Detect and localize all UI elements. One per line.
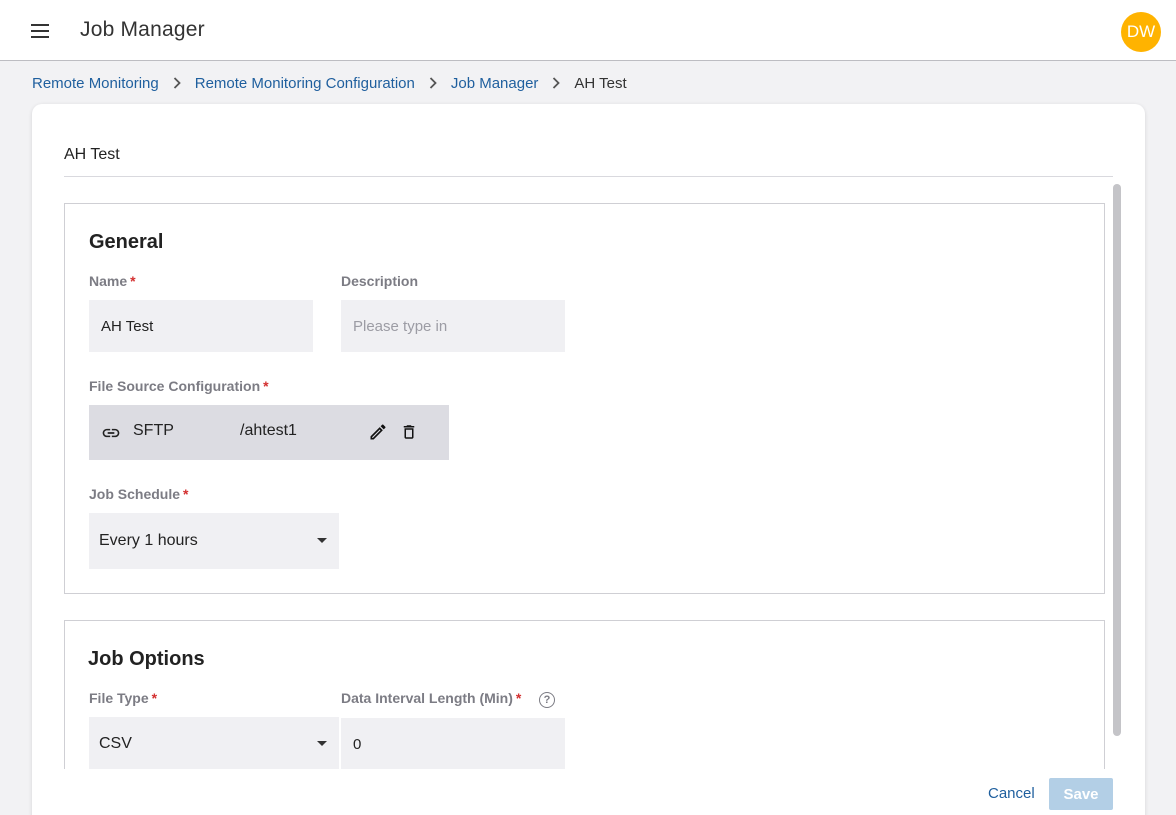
job-editor-card: AH Test General Name* Description File S…: [32, 104, 1145, 815]
question-circle-icon[interactable]: ?: [539, 692, 555, 708]
app-title: Job Manager: [80, 18, 205, 41]
save-button[interactable]: Save: [1049, 778, 1113, 810]
required-mark: *: [515, 690, 522, 706]
scrollbar[interactable]: [1113, 184, 1121, 736]
required-mark: *: [151, 690, 158, 706]
job-schedule-label: Job Schedule *: [89, 486, 189, 502]
data-interval-label: Data Interval Length (Min) *: [341, 690, 522, 706]
job-options-section-title: Job Options: [88, 648, 205, 670]
general-section-title: General: [89, 231, 164, 253]
trash-icon[interactable]: [398, 421, 420, 443]
divider: [64, 176, 1113, 177]
job-schedule-value: Every 1 hours: [99, 532, 198, 549]
hamburger-menu-icon[interactable]: [24, 18, 56, 44]
caret-down-icon: [317, 538, 327, 543]
breadcrumb-remote-monitoring[interactable]: Remote Monitoring: [32, 75, 159, 92]
file-source-label: File Source Configuration *: [89, 378, 269, 394]
chevron-right-icon: [159, 77, 195, 89]
job-options-section: Job Options File Type * CSV Data Interval…: [64, 620, 1105, 780]
footer-bar: [32, 769, 1145, 815]
file-type-value: CSV: [99, 735, 132, 752]
description-input[interactable]: [341, 300, 565, 352]
name-label: Name *: [89, 273, 136, 289]
card-title: AH Test: [64, 146, 120, 163]
name-input[interactable]: [89, 300, 313, 352]
breadcrumb: Remote Monitoring Remote Monitoring Conf…: [32, 73, 627, 93]
breadcrumb-current: AH Test: [574, 74, 627, 92]
description-label: Description: [341, 273, 419, 289]
required-mark: *: [183, 486, 189, 502]
file-type-select[interactable]: CSV: [89, 717, 339, 771]
file-source-item[interactable]: SFTP /ahtest1: [89, 405, 449, 460]
data-interval-input[interactable]: [341, 718, 565, 771]
chevron-right-icon: [538, 77, 574, 89]
required-mark: *: [263, 378, 269, 394]
file-type-label: File Type *: [89, 690, 158, 706]
caret-down-icon: [317, 741, 327, 746]
link-icon: [100, 423, 122, 448]
file-source-protocol: SFTP: [133, 422, 174, 439]
required-mark: *: [130, 273, 136, 289]
job-schedule-select[interactable]: Every 1 hours: [89, 513, 339, 569]
user-avatar[interactable]: DW: [1121, 12, 1161, 52]
file-source-path: /ahtest1: [240, 422, 297, 439]
pencil-icon[interactable]: [367, 421, 389, 443]
app-header: Job Manager DW: [0, 0, 1176, 61]
breadcrumb-remote-monitoring-configuration[interactable]: Remote Monitoring Configuration: [195, 75, 415, 92]
cancel-button[interactable]: Cancel: [988, 785, 1035, 802]
general-section: General Name* Description File Source Co…: [64, 203, 1105, 594]
breadcrumb-job-manager[interactable]: Job Manager: [451, 75, 539, 92]
chevron-right-icon: [415, 77, 451, 89]
